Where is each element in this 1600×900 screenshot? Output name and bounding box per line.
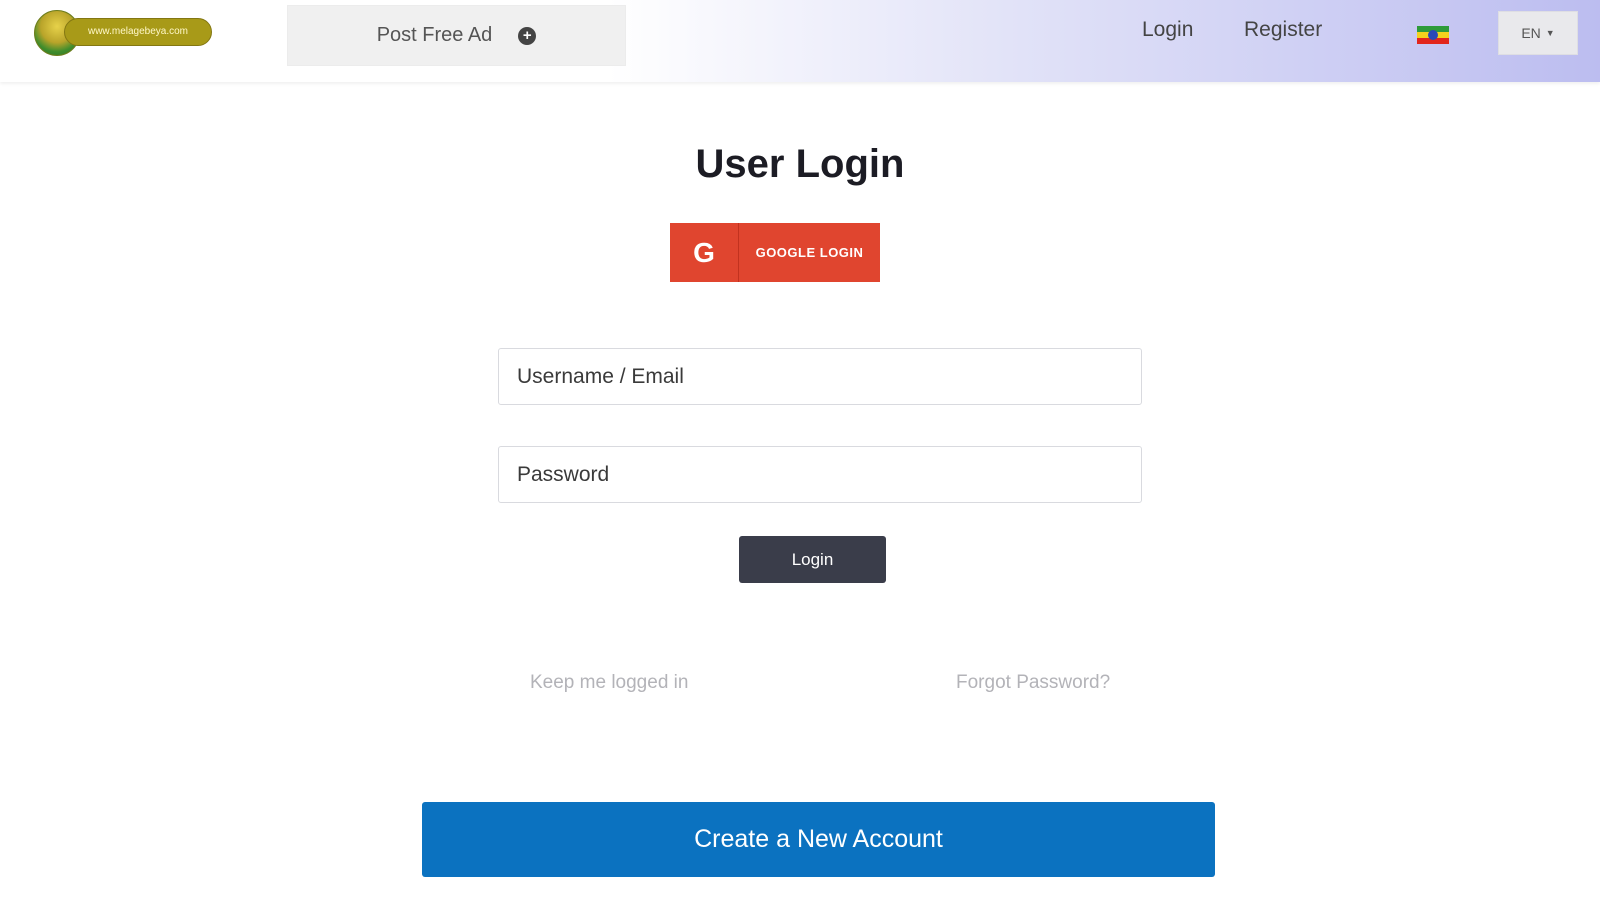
password-input[interactable] bbox=[498, 446, 1142, 503]
google-login-button[interactable]: G GOOGLE LOGIN bbox=[670, 223, 880, 282]
site-logo[interactable]: www.melagebeya.com bbox=[34, 10, 212, 56]
logo-text: www.melagebeya.com bbox=[64, 18, 212, 46]
keep-me-logged-in-option[interactable]: Keep me logged in bbox=[530, 672, 688, 694]
ethiopia-flag-icon[interactable] bbox=[1417, 26, 1449, 44]
post-free-ad-label: Post Free Ad bbox=[376, 24, 493, 46]
top-navbar: www.melagebeya.com Post Free Ad + Login … bbox=[0, 0, 1600, 82]
nav-register-link[interactable]: Register bbox=[1244, 18, 1322, 42]
page-title: User Login bbox=[695, 142, 905, 186]
username-email-input[interactable] bbox=[498, 348, 1142, 405]
google-login-label: GOOGLE LOGIN bbox=[755, 245, 864, 260]
language-value: EN bbox=[1521, 25, 1541, 41]
plus-circle-icon: + bbox=[518, 26, 537, 45]
language-select[interactable]: EN ▼ bbox=[1498, 11, 1578, 55]
caret-down-icon: ▼ bbox=[1545, 28, 1555, 38]
nav-login-link[interactable]: Login bbox=[1142, 18, 1193, 42]
google-g-icon: G bbox=[670, 223, 739, 282]
forgot-password-link[interactable]: Forgot Password? bbox=[956, 672, 1110, 694]
flag-emblem bbox=[1428, 30, 1438, 40]
post-free-ad-button[interactable]: Post Free Ad + bbox=[287, 5, 626, 66]
create-new-account-button[interactable]: Create a New Account bbox=[422, 802, 1215, 877]
login-submit-button[interactable]: Login bbox=[739, 536, 886, 583]
